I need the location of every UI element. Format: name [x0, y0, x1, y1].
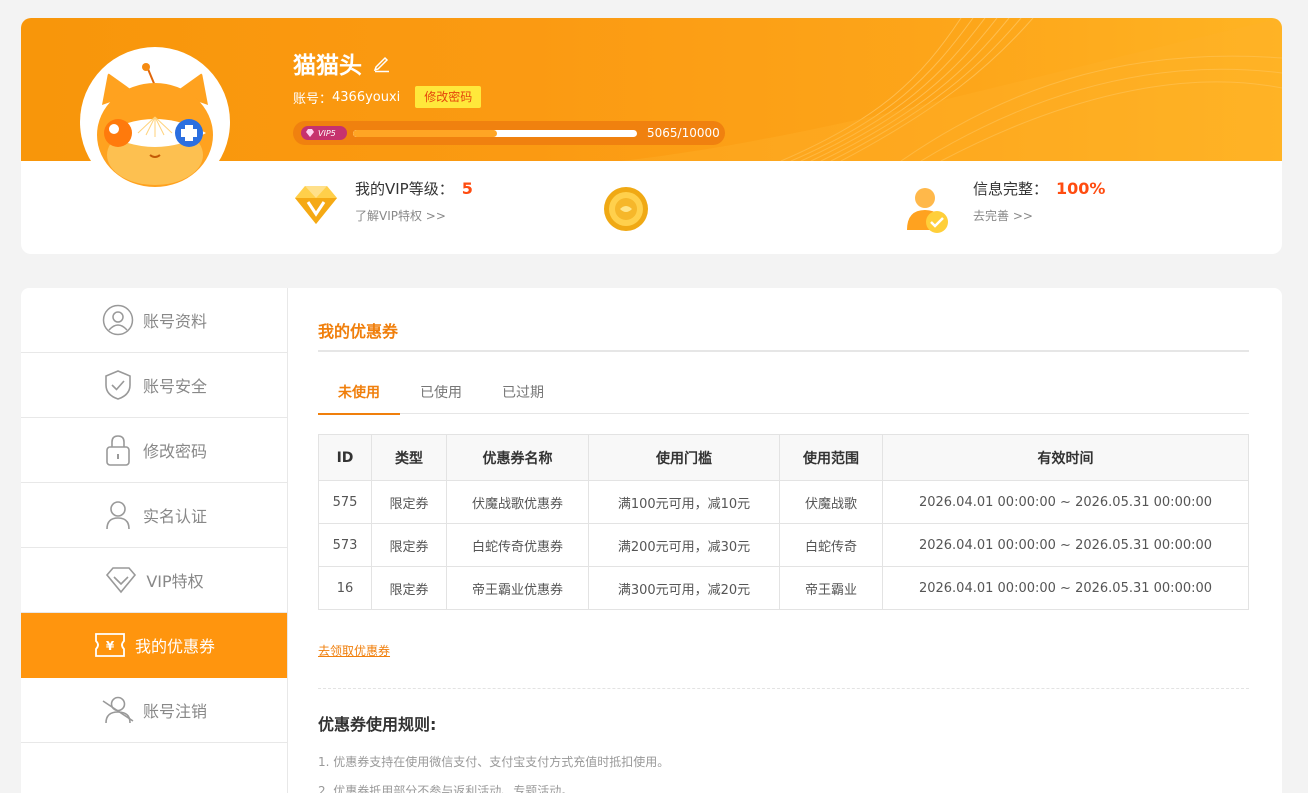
profile-card: 猫猫头 账号： 4366youxi 修改密码 VIP5 5065/10000 我… [21, 18, 1282, 254]
tab-unused[interactable]: 未使用 [318, 374, 400, 415]
cell-coupon-name: 帝王霸业优惠券 [446, 566, 589, 610]
person-icon [101, 498, 135, 532]
vip-diamond-icon [295, 186, 337, 224]
coupon-tabs: 未使用 已使用 已过期 [318, 374, 1249, 415]
cell-type: 限定券 [371, 480, 447, 524]
sidebar-item-account-cancellation[interactable]: 账号注销 [21, 678, 287, 743]
table-row: 573 限定券 白蛇传奇优惠券 满200元可用，减30元 白蛇传奇 2026.0… [318, 523, 1249, 567]
vip-badge: VIP5 [301, 126, 347, 140]
cell-threshold: 满200元可用，减30元 [588, 523, 780, 567]
sidebar-item-account-security[interactable]: 账号安全 [21, 353, 287, 418]
gold-coin-icon [604, 187, 648, 231]
cell-scope: 伏魔战歌 [779, 480, 883, 524]
account-id: 4366youxi [332, 89, 401, 105]
rule-item: 2. 优惠券抵用部分不参与返利活动、专题活动。 [318, 784, 574, 793]
tab-expired[interactable]: 已过期 [482, 374, 564, 414]
cell-scope: 白蛇传奇 [779, 523, 883, 567]
vip-level-title: 我的VIP等级： [355, 180, 454, 198]
cancel-account-icon [101, 693, 135, 727]
progress-fill [353, 129, 497, 137]
sidebar-item-label: VIP特权 [146, 572, 204, 591]
cat-mascot-icon [88, 55, 222, 189]
cell-coupon-name: 白蛇传奇优惠券 [446, 523, 589, 567]
cell-id: 575 [318, 480, 372, 524]
cell-valid-time: 2026.04.01 00:00:00 ~ 2026.05.31 00:00:0… [882, 566, 1249, 610]
shield-check-icon [101, 368, 135, 402]
sidebar-item-label: 修改密码 [142, 442, 207, 461]
sidebar: 账号资料 账号安全 修改密码 实名认证 VIP特权 ¥ 我的优惠券 账号注销 [21, 288, 288, 793]
sidebar-item-my-coupons[interactable]: ¥ 我的优惠券 [21, 613, 287, 678]
cell-coupon-name: 伏魔战歌优惠券 [446, 480, 589, 524]
sidebar-item-account-profile[interactable]: 账号资料 [21, 288, 287, 353]
sidebar-item-vip-privileges[interactable]: VIP特权 [21, 548, 287, 613]
progress-track [353, 129, 637, 137]
table-row: 16 限定券 帝王霸业优惠券 满300元可用，减20元 帝王霸业 2026.04… [318, 566, 1249, 610]
column-header-threshold: 使用门槛 [588, 434, 780, 481]
cell-type: 限定券 [371, 523, 447, 567]
claim-coupons-link[interactable]: 去领取优惠券 [318, 642, 390, 659]
avatar[interactable] [80, 47, 230, 197]
info-complete-value: 100% [1056, 179, 1106, 198]
coupon-table: ID 类型 优惠券名称 使用门槛 使用范围 有效时间 575 限定券 伏魔战歌优… [318, 434, 1249, 610]
vip-level-value: 5 [461, 179, 473, 198]
page-title: 我的优惠券 [318, 322, 399, 341]
sidebar-item-label: 账号资料 [142, 312, 207, 331]
cell-id: 16 [318, 566, 372, 610]
info-complete-stat: 信息完整： 100% 去完善 >> [905, 178, 1105, 236]
section-divider [318, 688, 1249, 689]
sidebar-item-change-password[interactable]: 修改密码 [21, 418, 287, 483]
column-header-scope: 使用范围 [779, 434, 883, 481]
column-header-coupon-name: 优惠券名称 [446, 434, 589, 481]
sidebar-item-real-name-verification[interactable]: 实名认证 [21, 483, 287, 548]
column-header-type: 类型 [371, 434, 447, 481]
user-circle-icon [101, 303, 135, 337]
edit-pencil-icon[interactable] [372, 53, 392, 73]
vip-level-stat: 我的VIP等级： 5 了解VIP特权 >> [291, 178, 473, 228]
coupon-icon: ¥ [93, 628, 127, 662]
cell-valid-time: 2026.04.01 00:00:00 ~ 2026.05.31 00:00:0… [882, 523, 1249, 567]
sidebar-item-label: 实名认证 [142, 507, 207, 526]
lock-icon [101, 433, 135, 467]
column-header-id: ID [318, 434, 372, 481]
cell-type: 限定券 [371, 566, 447, 610]
cell-threshold: 满100元可用，减10元 [588, 480, 780, 524]
info-complete-title: 信息完整： [973, 180, 1049, 198]
progress-text: 5065/10000 [647, 126, 720, 140]
rule-item: 1. 优惠券支持在使用微信支付、支付宝支付方式充值时抵扣使用。 [318, 755, 670, 769]
vip-gem-icon [306, 129, 314, 137]
change-password-button[interactable]: 修改密码 [415, 86, 482, 108]
cell-valid-time: 2026.04.01 00:00:00 ~ 2026.05.31 00:00:0… [882, 480, 1249, 524]
title-divider [318, 350, 1249, 352]
coupons-panel: 我的优惠券 未使用 已使用 已过期 ID 类型 优惠券名称 使用门槛 使用范围 … [288, 288, 1282, 793]
account-label: 账号： [293, 91, 333, 107]
svg-text:¥: ¥ [106, 639, 115, 653]
sidebar-item-label: 我的优惠券 [134, 637, 215, 656]
cell-threshold: 满300元可用，减20元 [588, 566, 780, 610]
user-verified-icon [907, 188, 948, 233]
table-row: 575 限定券 伏魔战歌优惠券 满100元可用，减10元 伏魔战歌 2026.0… [318, 480, 1249, 524]
complete-info-link[interactable]: 去完善 >> [973, 207, 1105, 224]
vip-progress-bar: VIP5 5065/10000 [293, 121, 725, 145]
cell-id: 573 [318, 523, 372, 567]
coin-stat [603, 186, 649, 232]
diamond-icon [104, 563, 138, 597]
cell-scope: 帝王霸业 [779, 566, 883, 610]
tab-used[interactable]: 已使用 [400, 374, 482, 414]
sidebar-item-label: 账号注销 [142, 702, 207, 721]
vip-privileges-link[interactable]: 了解VIP特权 >> [355, 207, 473, 224]
sidebar-item-label: 账号安全 [142, 377, 207, 396]
table-header-row: ID 类型 优惠券名称 使用门槛 使用范围 有效时间 [318, 434, 1249, 481]
rules-title: 优惠券使用规则: [318, 715, 437, 734]
username: 猫猫头 [293, 53, 362, 79]
column-header-valid-time: 有效时间 [882, 434, 1249, 481]
